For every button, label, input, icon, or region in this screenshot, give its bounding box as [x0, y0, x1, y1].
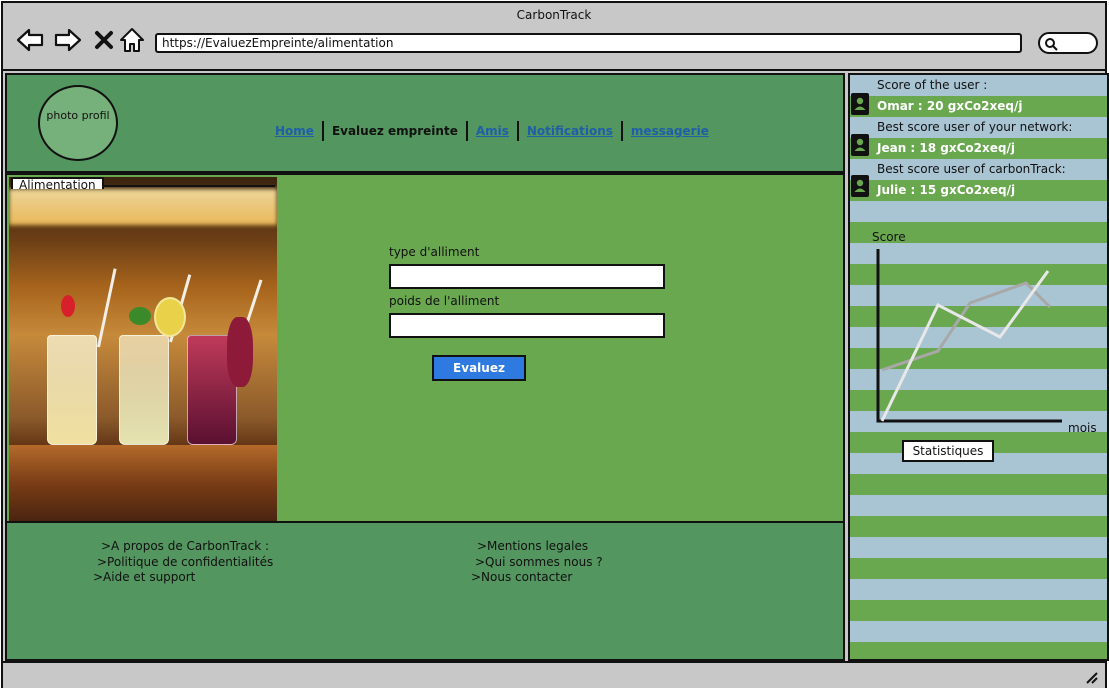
straw: [97, 268, 117, 348]
resize-grip-icon[interactable]: [1083, 669, 1099, 685]
profile-photo-label: photo profil: [46, 109, 110, 122]
footer-link-about-us[interactable]: >Qui sommes nous ?: [475, 555, 603, 569]
food-type-input[interactable]: [389, 264, 665, 289]
statistiques-button[interactable]: Statistiques: [902, 440, 994, 462]
status-bar: [3, 661, 1105, 688]
nav-home-link[interactable]: Home: [267, 124, 322, 138]
network-best-value: Jean : 18 gxCo2xeq/j: [877, 141, 1015, 155]
window-title: CarbonTrack: [516, 8, 592, 22]
nav-evaluez-empreinte-link[interactable]: Evaluez empreinte: [324, 124, 466, 138]
global-best-value: Julie : 15 gxCo2xeq/j: [877, 183, 1016, 197]
main-content: Alimentation type d'alliment poids de l'…: [5, 173, 845, 523]
browser-toolbar: CarbonTrack https://EvaluezEmpreinte/ali…: [3, 3, 1105, 71]
score-sidebar: Score of the user : Omar : 20 gxCo2xeq/j…: [848, 73, 1109, 661]
page-header: photo profil Home Evaluez empreinte Amis…: [5, 73, 845, 173]
browser-search-box[interactable]: [1038, 32, 1098, 54]
nav-notifications-link[interactable]: Notifications: [519, 124, 621, 138]
bar-counter: [9, 445, 277, 521]
back-arrow-icon[interactable]: [15, 25, 45, 55]
home-icon[interactable]: [117, 25, 147, 55]
footer-link-legal[interactable]: >Mentions legales: [477, 539, 588, 553]
main-navigation: Home Evaluez empreinte Amis Notification…: [267, 121, 717, 141]
network-best-label: Best score user of your network:: [877, 120, 1073, 134]
lemon-slice-garnish: [154, 297, 186, 337]
user-icon: [851, 93, 869, 115]
browser-window: CarbonTrack https://EvaluezEmpreinte/ali…: [1, 1, 1109, 688]
beet-garnish: [227, 317, 253, 387]
user-icon: [851, 134, 869, 156]
footer-link-privacy[interactable]: >Politique de confidentialités: [97, 555, 273, 569]
chart-x-axis-label: mois: [1068, 421, 1097, 435]
search-icon: [1045, 38, 1058, 51]
footer-link-contact[interactable]: >Nous contacter: [471, 570, 572, 584]
page-footer: >A propos de CarbonTrack : >Politique de…: [5, 521, 845, 661]
url-bar[interactable]: https://EvaluezEmpreinte/alimentation: [155, 33, 1022, 53]
score-chart: Score mois: [872, 230, 1097, 435]
profile-photo[interactable]: photo profil: [38, 85, 118, 161]
footer-link-support[interactable]: >Aide et support: [93, 570, 195, 584]
forward-arrow-icon[interactable]: [53, 25, 83, 55]
user-score-label: Score of the user :: [877, 78, 988, 92]
footer-link-about[interactable]: >A propos de CarbonTrack :: [101, 539, 269, 553]
strawberry-garnish: [61, 295, 75, 317]
stop-x-icon[interactable]: [89, 25, 119, 55]
chart-axes: [876, 249, 1062, 423]
nav-messagerie-link[interactable]: messagerie: [623, 124, 717, 138]
user-icon: [851, 175, 869, 197]
evaluez-button[interactable]: Evaluez: [432, 355, 526, 381]
glass-lemonade: [47, 335, 97, 445]
food-type-label: type d'alliment: [389, 245, 480, 259]
global-best-label: Best score user of carbonTrack:: [877, 162, 1066, 176]
nav-amis-link[interactable]: Amis: [468, 124, 517, 138]
food-weight-label: poids de l'alliment: [389, 294, 500, 308]
user-score-value: Omar : 20 gxCo2xeq/j: [877, 99, 1023, 113]
chart-line-white: [880, 270, 1050, 422]
cocktails-photo: [9, 177, 277, 521]
food-weight-input[interactable]: [389, 313, 665, 338]
mint-garnish: [129, 307, 151, 325]
glass-mojito: [119, 335, 169, 445]
chart-line-gray: [881, 281, 1052, 372]
bar-light: [9, 189, 277, 225]
section-title: Alimentation: [11, 177, 104, 191]
chart-y-axis-label: Score: [872, 230, 906, 244]
